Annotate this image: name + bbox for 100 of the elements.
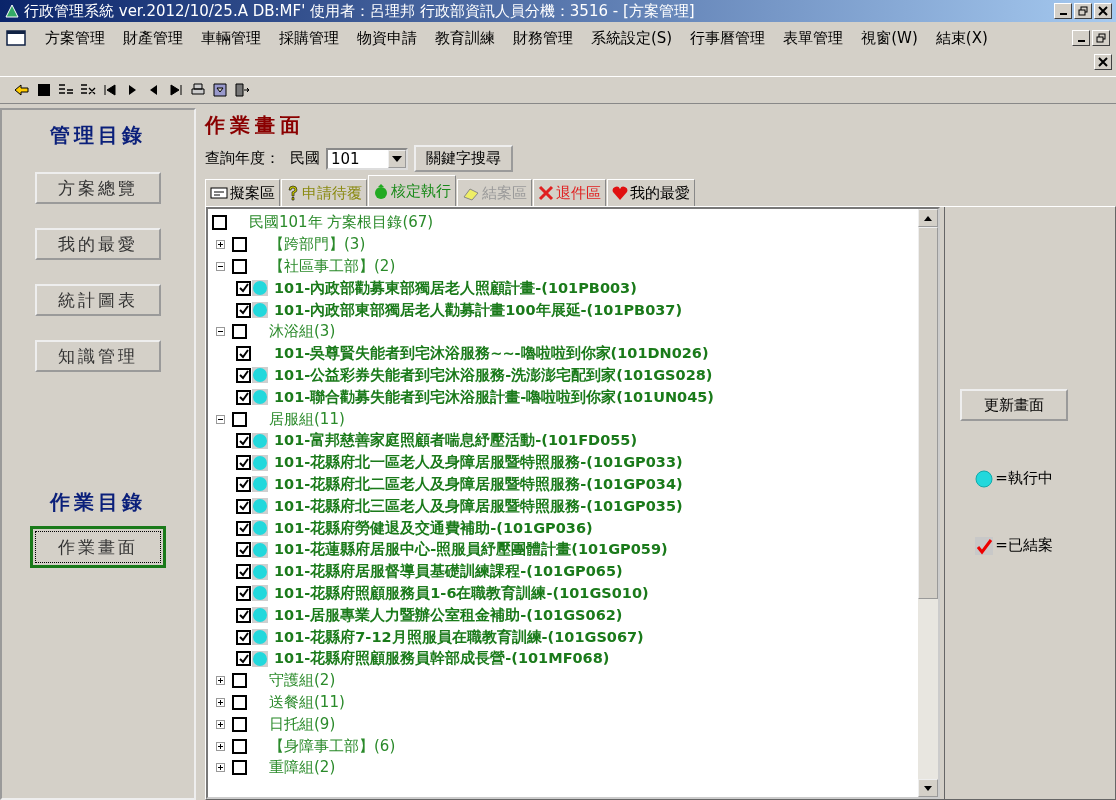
tree-node[interactable]: 101-花縣府7-12月照服員在職教育訓練-(101GS067) — [274, 627, 644, 647]
checkbox[interactable] — [236, 564, 251, 580]
menu-item[interactable]: 採購管理 — [270, 28, 348, 48]
sidebar-button[interactable]: 作業畫面 — [35, 531, 161, 563]
last-icon[interactable] — [168, 82, 184, 98]
checkbox[interactable] — [236, 498, 251, 514]
scroll-down-icon[interactable] — [918, 779, 938, 797]
checkbox[interactable] — [236, 629, 251, 645]
tree-node[interactable]: 101-花蓮縣府居服中心-照服員紓壓團體計畫(101GP059) — [274, 540, 668, 560]
tree-node[interactable]: 101-花縣府北三區老人及身障居服暨特照服務-(101GP035) — [274, 496, 683, 516]
scroll-up-icon[interactable] — [918, 209, 938, 227]
back-icon[interactable] — [14, 82, 30, 98]
tab[interactable]: 我的最愛 — [607, 179, 695, 206]
tree-node[interactable]: 101-花縣府北一區老人及身障居服暨特照服務-(101GP033) — [274, 453, 683, 473]
tab[interactable]: 核定執行 — [368, 175, 456, 206]
tree-node[interactable]: 居服組(11) — [269, 409, 345, 429]
tree-node[interactable]: 101-吳尊賢失能者到宅沐浴服務~~-嚕啦啦到你家(101DN026) — [274, 344, 709, 364]
expander-icon[interactable] — [216, 676, 225, 686]
expander-icon[interactable] — [216, 741, 225, 751]
tree-node[interactable]: 日托組(9) — [269, 714, 336, 734]
vertical-scrollbar[interactable] — [918, 209, 938, 797]
sidebar-button[interactable]: 知識管理 — [35, 340, 161, 372]
tree-node[interactable]: 101-花縣府勞健退及交通費補助-(101GP036) — [274, 518, 593, 538]
sidebar-button[interactable]: 統計圖表 — [35, 284, 161, 316]
checkbox[interactable] — [232, 237, 247, 253]
checkbox[interactable] — [236, 433, 251, 449]
tree-node[interactable]: 101-花縣府照顧服務員幹部成長營-(101MF068) — [274, 649, 610, 669]
tree-node[interactable]: 101-聯合勸募失能者到宅沐浴服計畫-嚕啦啦到你家(101UN045) — [274, 387, 714, 407]
checkbox[interactable] — [236, 302, 251, 318]
sidebar-button[interactable]: 方案總覽 — [35, 172, 161, 204]
checkbox[interactable] — [232, 716, 247, 732]
year-dropdown[interactable]: 101 — [326, 147, 408, 170]
tree-node[interactable]: 101-內政部東部獨居老人勸募計畫100年展延-(101PB037) — [274, 300, 683, 320]
tree-node[interactable]: 【跨部門】(3) — [269, 235, 366, 255]
menu-item[interactable]: 行事曆管理 — [681, 28, 775, 48]
checkbox[interactable] — [232, 694, 247, 710]
checkbox[interactable] — [232, 738, 247, 754]
menu-item[interactable]: 財務管理 — [504, 28, 582, 48]
menu-item[interactable]: 教育訓練 — [426, 28, 504, 48]
tree-node[interactable]: 101-花縣府北二區老人及身障居服暨特照服務-(101GP034) — [274, 474, 683, 494]
export-icon[interactable] — [212, 82, 228, 98]
tree-node[interactable]: 【社區事工部】(2) — [269, 257, 396, 276]
refresh-button[interactable]: 更新畫面 — [960, 389, 1068, 421]
tree-node[interactable]: 101-富邦慈善家庭照顧者喘息紓壓活動-(101FD055) — [274, 431, 638, 451]
checkbox[interactable] — [236, 367, 251, 383]
tree-node[interactable]: 101-花縣府照顧服務員1-6在職教育訓練-(101GS010) — [274, 583, 649, 603]
exit-icon[interactable] — [234, 82, 250, 98]
checkbox[interactable] — [236, 346, 251, 362]
tab[interactable]: 退件區 — [533, 179, 606, 206]
tree-node[interactable]: 101-居服專業人力暨辦公室租金補助-(101GS062) — [274, 605, 623, 625]
restore-button[interactable] — [1092, 30, 1110, 46]
tree-node[interactable]: 【身障事工部】(6) — [269, 736, 396, 756]
checkbox[interactable] — [232, 324, 247, 340]
checkbox[interactable] — [232, 673, 247, 689]
menu-item[interactable]: 結束(X) — [926, 28, 997, 48]
expander-icon[interactable] — [216, 763, 225, 773]
tree-node[interactable]: 101-內政部勸募東部獨居老人照顧計畫-(101PB003) — [274, 278, 637, 298]
expander-icon[interactable] — [216, 327, 225, 337]
checkbox[interactable] — [236, 651, 251, 667]
close-button[interactable] — [1094, 3, 1112, 19]
menu-item[interactable]: 物資申請 — [348, 28, 426, 48]
menu-item[interactable]: 方案管理 — [36, 28, 114, 48]
expander-icon[interactable] — [216, 719, 225, 729]
checkbox[interactable] — [236, 607, 251, 623]
expander-icon[interactable] — [216, 697, 225, 707]
scrollbar-thumb[interactable] — [918, 227, 938, 599]
checkbox[interactable] — [212, 215, 227, 231]
keyword-search-button[interactable]: 關鍵字搜尋 — [414, 145, 513, 172]
checkbox[interactable] — [236, 280, 251, 296]
tree-node[interactable]: 送餐組(11) — [269, 692, 345, 712]
menu-item[interactable]: 財產管理 — [114, 28, 192, 48]
tree-node[interactable]: 重障組(2) — [269, 758, 336, 778]
print-icon[interactable] — [190, 82, 206, 98]
checkbox[interactable] — [236, 389, 251, 405]
menu-item[interactable]: 視窗(W) — [852, 28, 927, 48]
tree-node[interactable]: 沐浴組(3) — [269, 322, 336, 342]
tree-node[interactable]: 101-花縣府居服督導員基礎訓練課程-(101GP065) — [274, 562, 623, 582]
checkbox[interactable] — [236, 585, 251, 601]
sidebar-button[interactable]: 我的最愛 — [35, 228, 161, 260]
menu-item[interactable]: 車輛管理 — [192, 28, 270, 48]
restore-button[interactable] — [1074, 3, 1092, 19]
checkbox[interactable] — [232, 411, 247, 427]
tree-node[interactable]: 守護組(2) — [269, 671, 336, 691]
minimize-button[interactable] — [1054, 3, 1072, 19]
close-button[interactable] — [1094, 54, 1112, 70]
expander-icon[interactable] — [216, 240, 225, 250]
tree-node[interactable]: 民國101年 方案根目錄(67) — [249, 213, 434, 233]
checkbox[interactable] — [232, 259, 247, 274]
checkbox[interactable] — [236, 455, 251, 471]
menu-item[interactable]: 表單管理 — [774, 28, 853, 48]
menu-item[interactable]: 系統設定(S) — [582, 28, 682, 48]
checkbox[interactable] — [236, 520, 251, 536]
tree-node[interactable]: 101-公益彩券失能者到宅沐浴服務-洗澎澎宅配到家(101GS028) — [274, 365, 713, 385]
expander-icon[interactable] — [216, 414, 225, 424]
expander-icon[interactable] — [216, 262, 225, 271]
tab[interactable]: 擬案區 — [205, 179, 280, 206]
first-icon[interactable] — [102, 82, 118, 98]
checkbox[interactable] — [236, 476, 251, 492]
minimize-button[interactable] — [1072, 30, 1090, 46]
checkbox[interactable] — [236, 542, 251, 558]
